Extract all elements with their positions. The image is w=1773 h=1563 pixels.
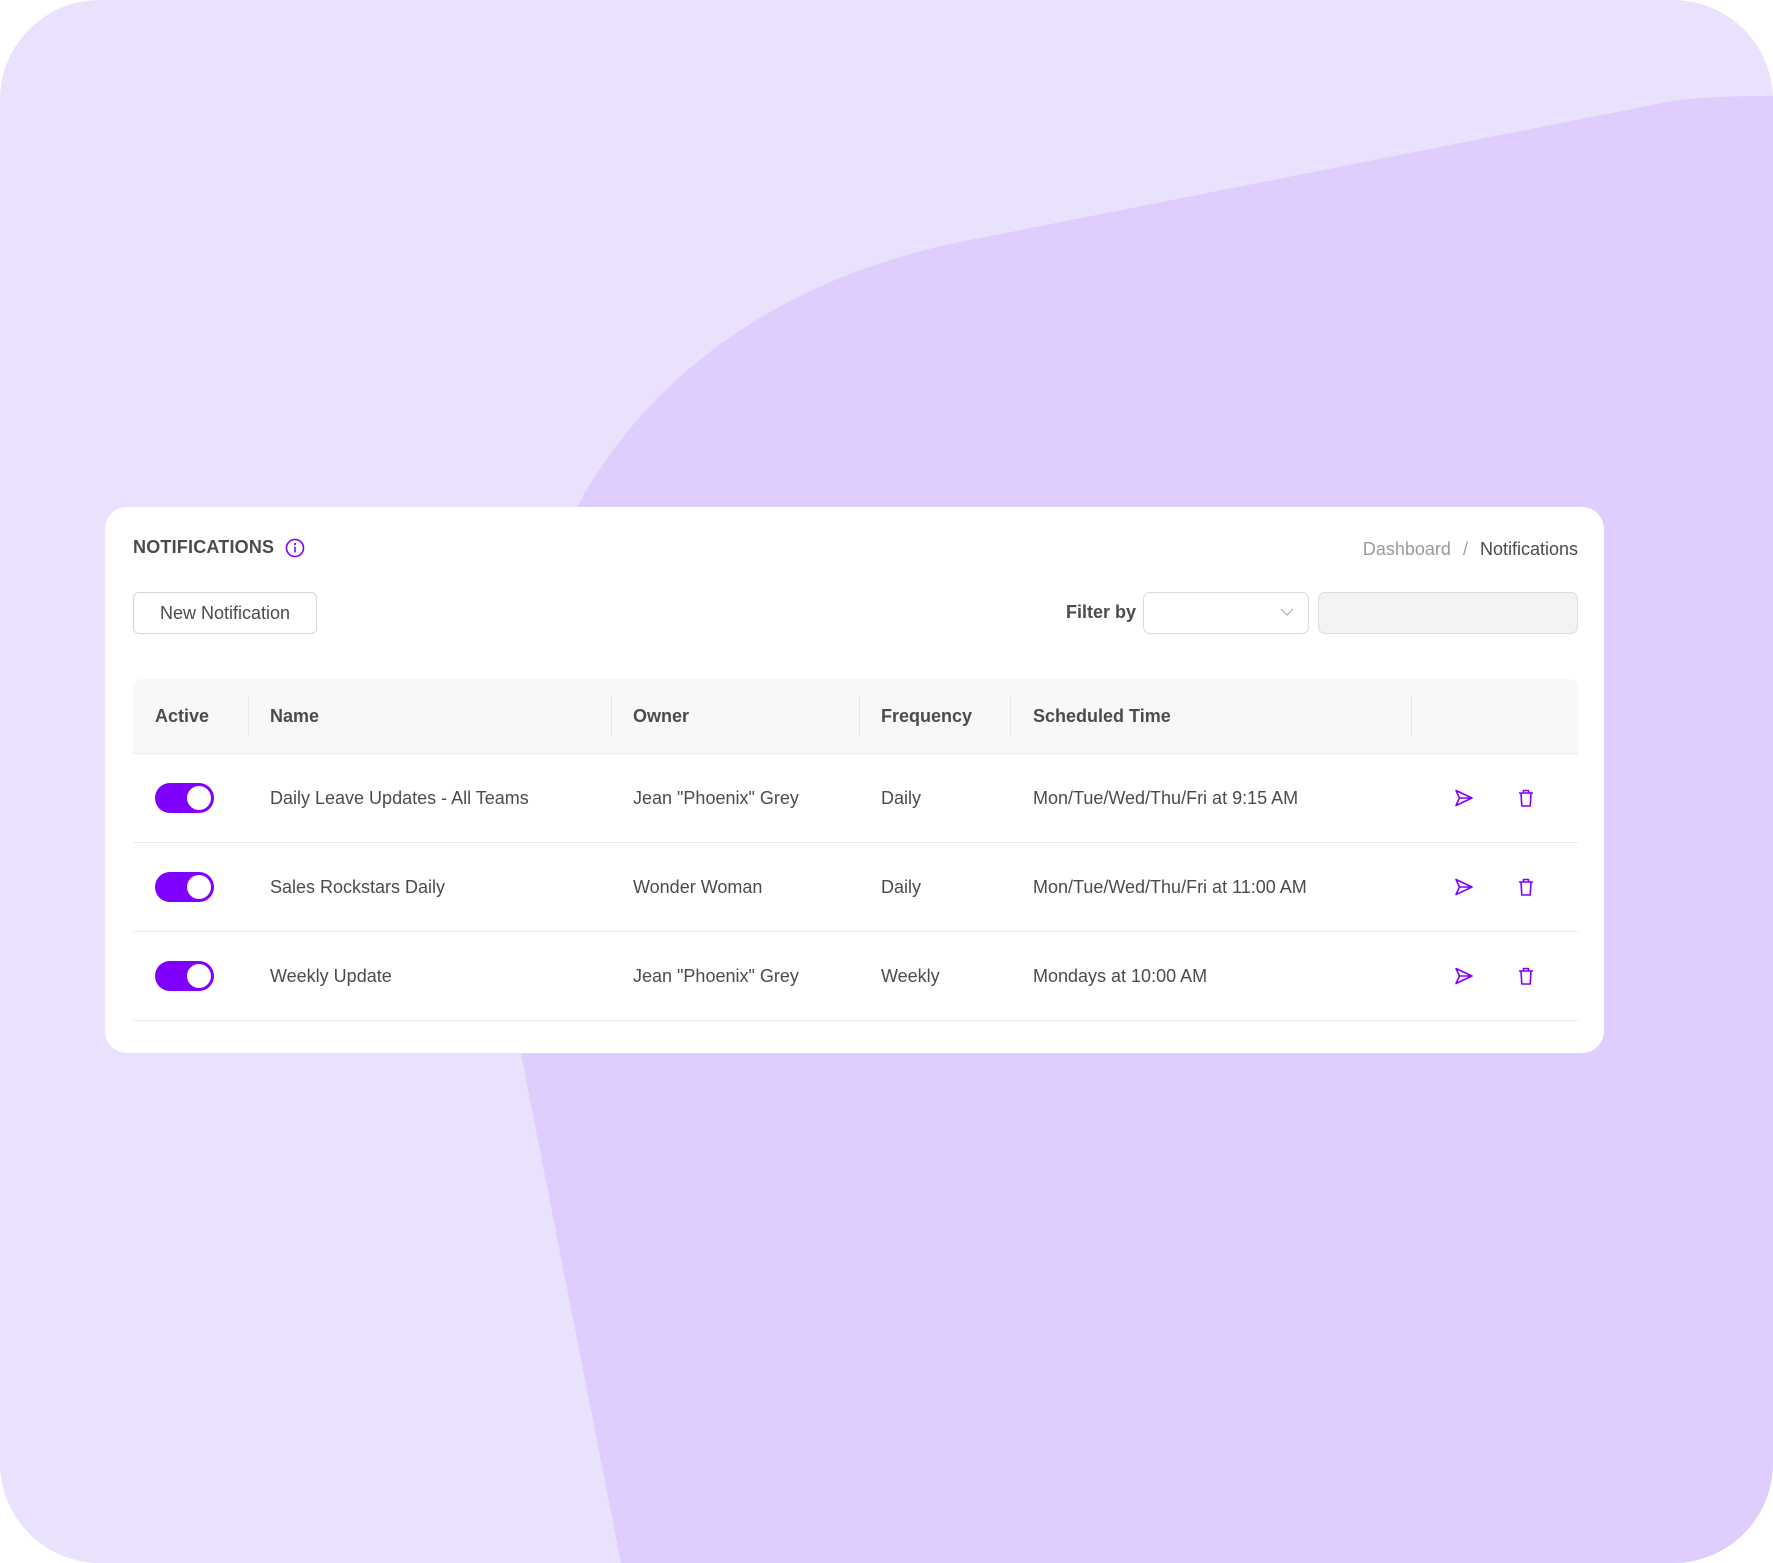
title-row: NOTIFICATIONS: [133, 537, 305, 558]
notification-scheduled-time: Mon/Tue/Wed/Thu/Fri at 11:00 AM: [1033, 876, 1307, 897]
page-title: NOTIFICATIONS: [133, 537, 275, 557]
trash-icon[interactable]: [1516, 966, 1536, 986]
active-toggle[interactable]: [155, 783, 214, 813]
filter-select[interactable]: [1143, 592, 1309, 634]
column-header-scheduled-time[interactable]: Scheduled Time: [1033, 679, 1171, 753]
notification-frequency: Daily: [881, 876, 922, 897]
toggle-knob: [187, 875, 211, 899]
notification-owner: Jean "Phoenix" Grey: [633, 787, 799, 808]
column-divider: [859, 696, 860, 736]
notifications-card: NOTIFICATIONS Dashboard / Notifications …: [105, 507, 1604, 1053]
background-frame: NOTIFICATIONS Dashboard / Notifications …: [0, 0, 1773, 1563]
breadcrumb-separator: /: [1462, 539, 1468, 559]
column-divider: [248, 696, 249, 736]
toggle-knob: [187, 786, 211, 810]
column-header-frequency[interactable]: Frequency: [881, 679, 972, 753]
filter-label: Filter by: [1066, 602, 1137, 622]
notification-frequency: Daily: [881, 787, 922, 808]
breadcrumb: Dashboard / Notifications: [1363, 539, 1578, 560]
send-icon[interactable]: [1454, 877, 1474, 897]
table-row: Daily Leave Updates - All Teams Jean "Ph…: [133, 754, 1578, 843]
notification-name: Sales Rockstars Daily: [270, 876, 446, 897]
active-toggle[interactable]: [155, 961, 214, 991]
info-circle-icon[interactable]: [285, 538, 305, 558]
column-divider: [611, 696, 612, 736]
breadcrumb-dashboard[interactable]: Dashboard: [1363, 539, 1451, 560]
column-header-name[interactable]: Name: [270, 679, 319, 753]
notification-scheduled-time: Mon/Tue/Wed/Thu/Fri at 9:15 AM: [1033, 787, 1299, 808]
trash-icon[interactable]: [1516, 788, 1536, 808]
table-row: Sales Rockstars Daily Wonder Woman Daily…: [133, 843, 1578, 932]
filter-search-input[interactable]: [1318, 592, 1578, 634]
notification-owner: Jean "Phoenix" Grey: [633, 965, 799, 986]
trash-icon[interactable]: [1516, 877, 1536, 897]
notification-scheduled-time: Mondays at 10:00 AM: [1033, 965, 1208, 986]
column-divider: [1411, 696, 1412, 736]
toggle-knob: [187, 964, 211, 988]
notifications-table: Active Name Owner Frequency Scheduled Ti…: [133, 679, 1578, 1021]
table-header: Active Name Owner Frequency Scheduled Ti…: [133, 679, 1578, 754]
notification-owner: Wonder Woman: [633, 876, 763, 897]
send-icon[interactable]: [1454, 966, 1474, 986]
chevron-down-icon: [1280, 608, 1294, 616]
notification-frequency: Weekly: [881, 965, 940, 986]
notification-name: Weekly Update: [270, 965, 392, 986]
column-divider: [1010, 696, 1011, 736]
send-icon[interactable]: [1454, 788, 1474, 808]
active-toggle[interactable]: [155, 872, 214, 902]
column-header-active[interactable]: Active: [155, 679, 209, 753]
notification-name: Daily Leave Updates - All Teams: [270, 787, 529, 808]
breadcrumb-notifications: Notifications: [1479, 539, 1578, 559]
table-row: Weekly Update Jean "Phoenix" Grey Weekly…: [133, 932, 1578, 1021]
column-header-owner[interactable]: Owner: [633, 679, 689, 753]
new-notification-button[interactable]: New Notification: [133, 592, 317, 634]
